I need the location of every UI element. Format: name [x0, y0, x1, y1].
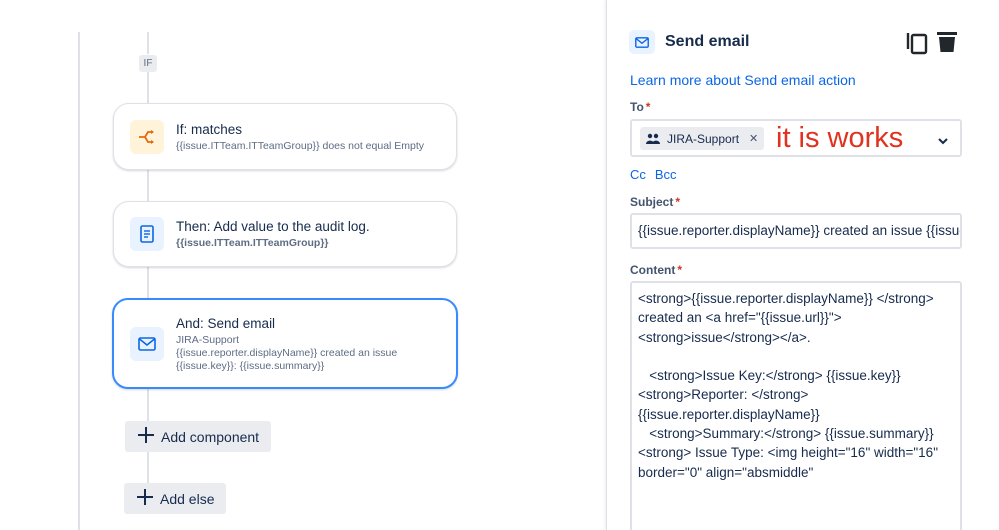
- branch-icon: [130, 119, 164, 154]
- subject-label: Subject *: [630, 195, 681, 209]
- trash-icon[interactable]: [936, 31, 958, 58]
- add-component-button[interactable]: Add component: [125, 421, 272, 452]
- flow-connector: [147, 451, 149, 483]
- plus-icon: [136, 488, 154, 509]
- remove-chip-icon[interactable]: ✕: [749, 132, 758, 145]
- send-email-card[interactable]: And: Send email JIRA-Support {{issue.rep…: [112, 298, 458, 389]
- envelope-icon: [130, 326, 164, 361]
- chevron-down-icon[interactable]: [937, 133, 949, 151]
- to-label: To *: [630, 100, 651, 114]
- people-icon: [646, 133, 660, 144]
- send-email-summary-line: {{issue.reporter.displayName}} created a…: [176, 346, 398, 359]
- panel-header: Send email: [629, 30, 749, 54]
- audit-log-subtitle: {{issue.ITTeam.ITTeamGroup}}: [176, 237, 329, 249]
- audit-log-title: Then: Add value to the audit log.: [176, 219, 370, 234]
- recipient-chip[interactable]: JIRA-Support ✕: [640, 127, 765, 150]
- recipient-chip-label: JIRA-Support: [667, 131, 740, 146]
- if-badge: IF: [139, 55, 157, 72]
- flow-connector: [147, 267, 149, 298]
- config-panel: Send email Learn more about Send email a…: [606, 0, 999, 530]
- send-email-title: And: Send email: [176, 315, 276, 331]
- condition-card[interactable]: If: matches {{issue.ITTeam.ITTeamGroup}}…: [113, 103, 457, 170]
- canvas-rail: [78, 32, 80, 530]
- send-email-summary-line: {{issue.key}}: {{issue.summary}}: [176, 359, 325, 372]
- send-email-recipient: JIRA-Support: [176, 333, 240, 346]
- panel-title: Send email: [665, 33, 750, 50]
- flow-connector: [147, 32, 149, 54]
- content-label: Content *: [630, 263, 682, 277]
- rule-canvas: IF If: matches {{issue.ITTeam.ITTeamGrou…: [0, 0, 606, 530]
- flow-connector: [147, 170, 149, 202]
- bcc-link[interactable]: Bcc: [655, 167, 677, 182]
- add-component-label: Add component: [161, 428, 260, 445]
- envelope-icon: [629, 30, 655, 54]
- flow-connector: [147, 389, 149, 421]
- add-else-button[interactable]: Add else: [124, 483, 227, 514]
- condition-subtitle: {{issue.ITTeam.ITTeamGroup}} does not eq…: [176, 139, 425, 152]
- document-icon: [130, 217, 164, 251]
- add-else-label: Add else: [160, 490, 215, 507]
- audit-log-card[interactable]: Then: Add value to the audit log. {{issu…: [113, 201, 457, 267]
- condition-title: If: matches: [176, 121, 243, 137]
- cc-bcc-row: Cc Bcc: [630, 167, 677, 182]
- copy-icon[interactable]: [906, 31, 928, 60]
- cc-link[interactable]: Cc: [630, 167, 646, 182]
- content-textarea[interactable]: <strong>{{issue.reporter.displayName}} <…: [630, 281, 962, 530]
- annotation-text: it is works: [776, 122, 904, 154]
- subject-input[interactable]: {{issue.reporter.displayName}} created a…: [630, 213, 962, 249]
- plus-icon: [137, 426, 155, 447]
- flow-connector: [147, 72, 149, 103]
- to-field[interactable]: JIRA-Support ✕ it is works: [630, 119, 962, 157]
- learn-more-link[interactable]: Learn more about Send email action: [630, 72, 856, 88]
